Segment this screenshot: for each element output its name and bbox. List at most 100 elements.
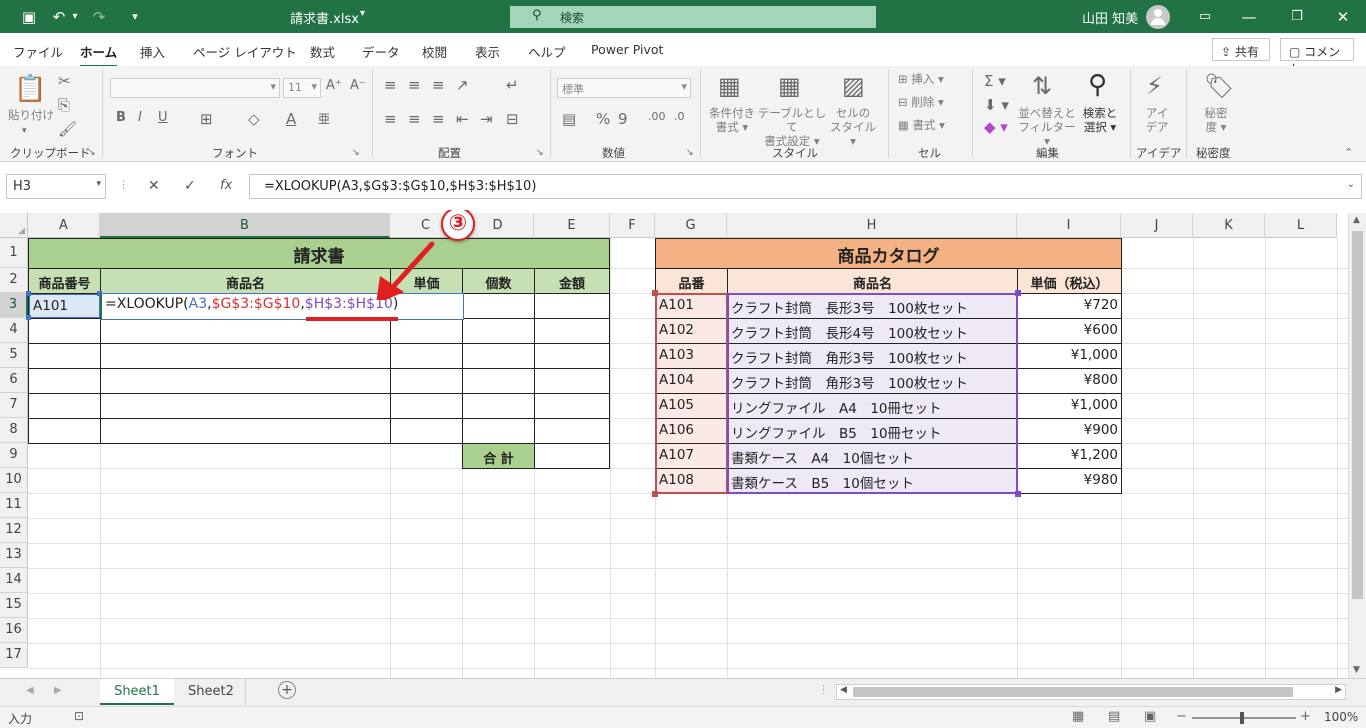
catalog-price[interactable]: ¥900 — [1017, 422, 1118, 438]
underline-icon[interactable]: U — [158, 110, 168, 125]
font-name-combo[interactable]: ▾ — [110, 78, 280, 98]
format-cells-button[interactable]: ▦ 書式 ▾ — [898, 118, 945, 132]
normal-view-icon[interactable]: ▦ — [1072, 709, 1084, 724]
row-header-11[interactable]: 11 — [0, 493, 28, 518]
page-layout-view-icon[interactable]: ▤ — [1108, 709, 1120, 724]
select-all-button[interactable]: ◢ — [0, 213, 28, 238]
total-label[interactable]: 合 計 — [462, 443, 535, 469]
indent-increase-icon[interactable]: ⇥ — [480, 110, 493, 128]
sheet-tab-sheet2[interactable]: Sheet2 — [176, 679, 246, 705]
indent-decrease-icon[interactable]: ⇤ — [456, 110, 469, 128]
tab-scroll-left-icon[interactable]: ◀ — [26, 685, 34, 696]
macro-record-icon[interactable]: ⊡ — [74, 709, 84, 723]
alignment-launcher-icon[interactable]: ↘ — [536, 148, 544, 158]
avatar[interactable] — [1146, 5, 1170, 29]
insert-function-icon[interactable]: fx — [220, 178, 232, 193]
sort-filter-icon[interactable]: ⇅ — [1032, 72, 1052, 100]
collapse-ribbon-icon[interactable]: ⌃ — [1344, 146, 1353, 159]
catalog-code[interactable]: A108 — [659, 472, 694, 488]
align-right-icon[interactable]: ≡ — [432, 110, 445, 128]
row-header-5[interactable]: 5 — [0, 343, 28, 368]
catalog-price[interactable]: ¥1,000 — [1017, 397, 1118, 413]
font-launcher-icon[interactable]: ↘ — [352, 148, 360, 158]
column-header-i[interactable]: I — [1017, 213, 1121, 238]
orientation-icon[interactable]: ↗ — [456, 76, 469, 94]
range-handle[interactable] — [1015, 491, 1021, 497]
tab-home[interactable]: ホーム — [80, 42, 118, 68]
row-header-4[interactable]: 4 — [0, 318, 28, 343]
row-header-8[interactable]: 8 — [0, 418, 28, 443]
row-header-12[interactable]: 12 — [0, 518, 28, 543]
font-color-icon[interactable]: A — [286, 110, 296, 128]
paste-icon[interactable]: 📋 — [14, 74, 46, 104]
row-header-9[interactable]: 9 — [0, 443, 28, 468]
align-middle-icon[interactable]: ≡ — [408, 76, 421, 94]
invoice-header-qty[interactable]: 個数 — [462, 268, 535, 294]
range-handle[interactable] — [652, 290, 658, 296]
format-as-table-icon[interactable]: ▦ — [778, 72, 801, 100]
column-header-l[interactable]: L — [1265, 213, 1337, 238]
catalog-price[interactable]: ¥1,000 — [1017, 347, 1118, 363]
number-format-combo[interactable]: 標準 ▾ — [557, 78, 691, 98]
format-as-table-button[interactable]: テーブルとして 書式設定 ▾ — [756, 106, 828, 148]
column-header-f[interactable]: F — [610, 213, 655, 238]
page-break-view-icon[interactable]: ▣ — [1144, 709, 1156, 724]
user-name[interactable]: 山田 知美 — [1082, 8, 1138, 27]
range-handle[interactable] — [1015, 290, 1021, 296]
tab-review[interactable]: 校閲 — [422, 42, 447, 61]
cell-styles-button[interactable]: セルの スタイル ▾ — [826, 106, 880, 148]
tab-insert[interactable]: 挿入 — [140, 42, 165, 61]
ribbon-display-icon[interactable]: ▭ — [1194, 6, 1216, 28]
invoice-title[interactable]: 請求書 — [28, 238, 610, 269]
currency-icon[interactable]: ▤ — [562, 110, 576, 128]
column-header-b[interactable]: B — [100, 213, 390, 238]
formula-input[interactable]: =XLOOKUP(A3,$G$3:$G$10,$H$3:$H$10) ⌄ — [249, 174, 1362, 199]
add-sheet-icon[interactable]: + — [278, 681, 296, 699]
tab-power-pivot[interactable]: Power Pivot — [591, 42, 663, 57]
zoom-out-icon[interactable]: − — [1176, 709, 1187, 724]
horizontal-scrollbar[interactable]: ◀ ▶ — [836, 684, 1346, 700]
column-header-j[interactable]: J — [1121, 213, 1193, 238]
catalog-header-price[interactable]: 単価（税込） — [1017, 268, 1122, 294]
restore-icon[interactable]: ❐ — [1286, 6, 1308, 28]
file-title-chevron-icon[interactable]: ▾ — [360, 8, 365, 19]
catalog-price[interactable]: ¥800 — [1017, 372, 1118, 388]
catalog-name[interactable]: 書類ケース A4 10個セット — [731, 447, 914, 467]
tab-file[interactable]: ファイル — [13, 42, 63, 61]
align-left-icon[interactable]: ≡ — [384, 110, 397, 128]
comment-button[interactable]: ▢ コメント — [1280, 38, 1354, 76]
share-button[interactable]: ⇪ 共有 — [1212, 38, 1270, 61]
catalog-title[interactable]: 商品カタログ — [655, 238, 1122, 269]
row-header-16[interactable]: 16 — [0, 618, 28, 643]
row-header-15[interactable]: 15 — [0, 593, 28, 618]
catalog-price[interactable]: ¥600 — [1017, 322, 1118, 338]
search-box[interactable]: ⚲ 検索 — [510, 6, 876, 28]
row-header-14[interactable]: 14 — [0, 568, 28, 593]
customize-toolbar-icon[interactable]: ▾ — [124, 6, 146, 28]
catalog-code[interactable]: A102 — [659, 322, 694, 338]
sensitivity-button[interactable]: 秘密度 ▾ — [1196, 106, 1236, 134]
row-header-1[interactable]: 1 — [0, 238, 28, 268]
align-center-icon[interactable]: ≡ — [408, 110, 421, 128]
catalog-price[interactable]: ¥980 — [1017, 472, 1118, 488]
italic-icon[interactable]: I — [138, 110, 142, 125]
catalog-name[interactable]: クラフト封筒 長形4号 100枚セット — [731, 322, 968, 342]
catalog-name[interactable]: リングファイル A4 10冊セット — [731, 397, 942, 417]
sheet-tab-sheet1[interactable]: Sheet1 — [100, 679, 174, 705]
row-header-17[interactable]: 17 — [0, 643, 28, 668]
enter-icon[interactable]: ✓ — [184, 178, 196, 194]
row-header-7[interactable]: 7 — [0, 393, 28, 418]
tab-page-layout[interactable]: ページ レイアウト — [193, 42, 297, 61]
fill-icon[interactable]: ⬇ ▾ — [984, 96, 1009, 114]
tab-data[interactable]: データ — [362, 42, 400, 61]
invoice-header-amount[interactable]: 金額 — [534, 268, 610, 294]
catalog-name[interactable]: クラフト封筒 角形3号 100枚セット — [731, 372, 968, 392]
tab-view[interactable]: 表示 — [475, 42, 500, 61]
conditional-formatting-icon[interactable]: ▦ — [718, 72, 741, 100]
catalog-name[interactable]: リングファイル B5 10冊セット — [731, 422, 942, 442]
row-header-6[interactable]: 6 — [0, 368, 28, 393]
decrease-decimal-icon[interactable]: .0 — [674, 110, 685, 123]
align-top-icon[interactable]: ≡ — [384, 76, 397, 94]
save-icon[interactable]: ▣ — [18, 6, 40, 28]
bold-icon[interactable]: B — [116, 110, 126, 125]
